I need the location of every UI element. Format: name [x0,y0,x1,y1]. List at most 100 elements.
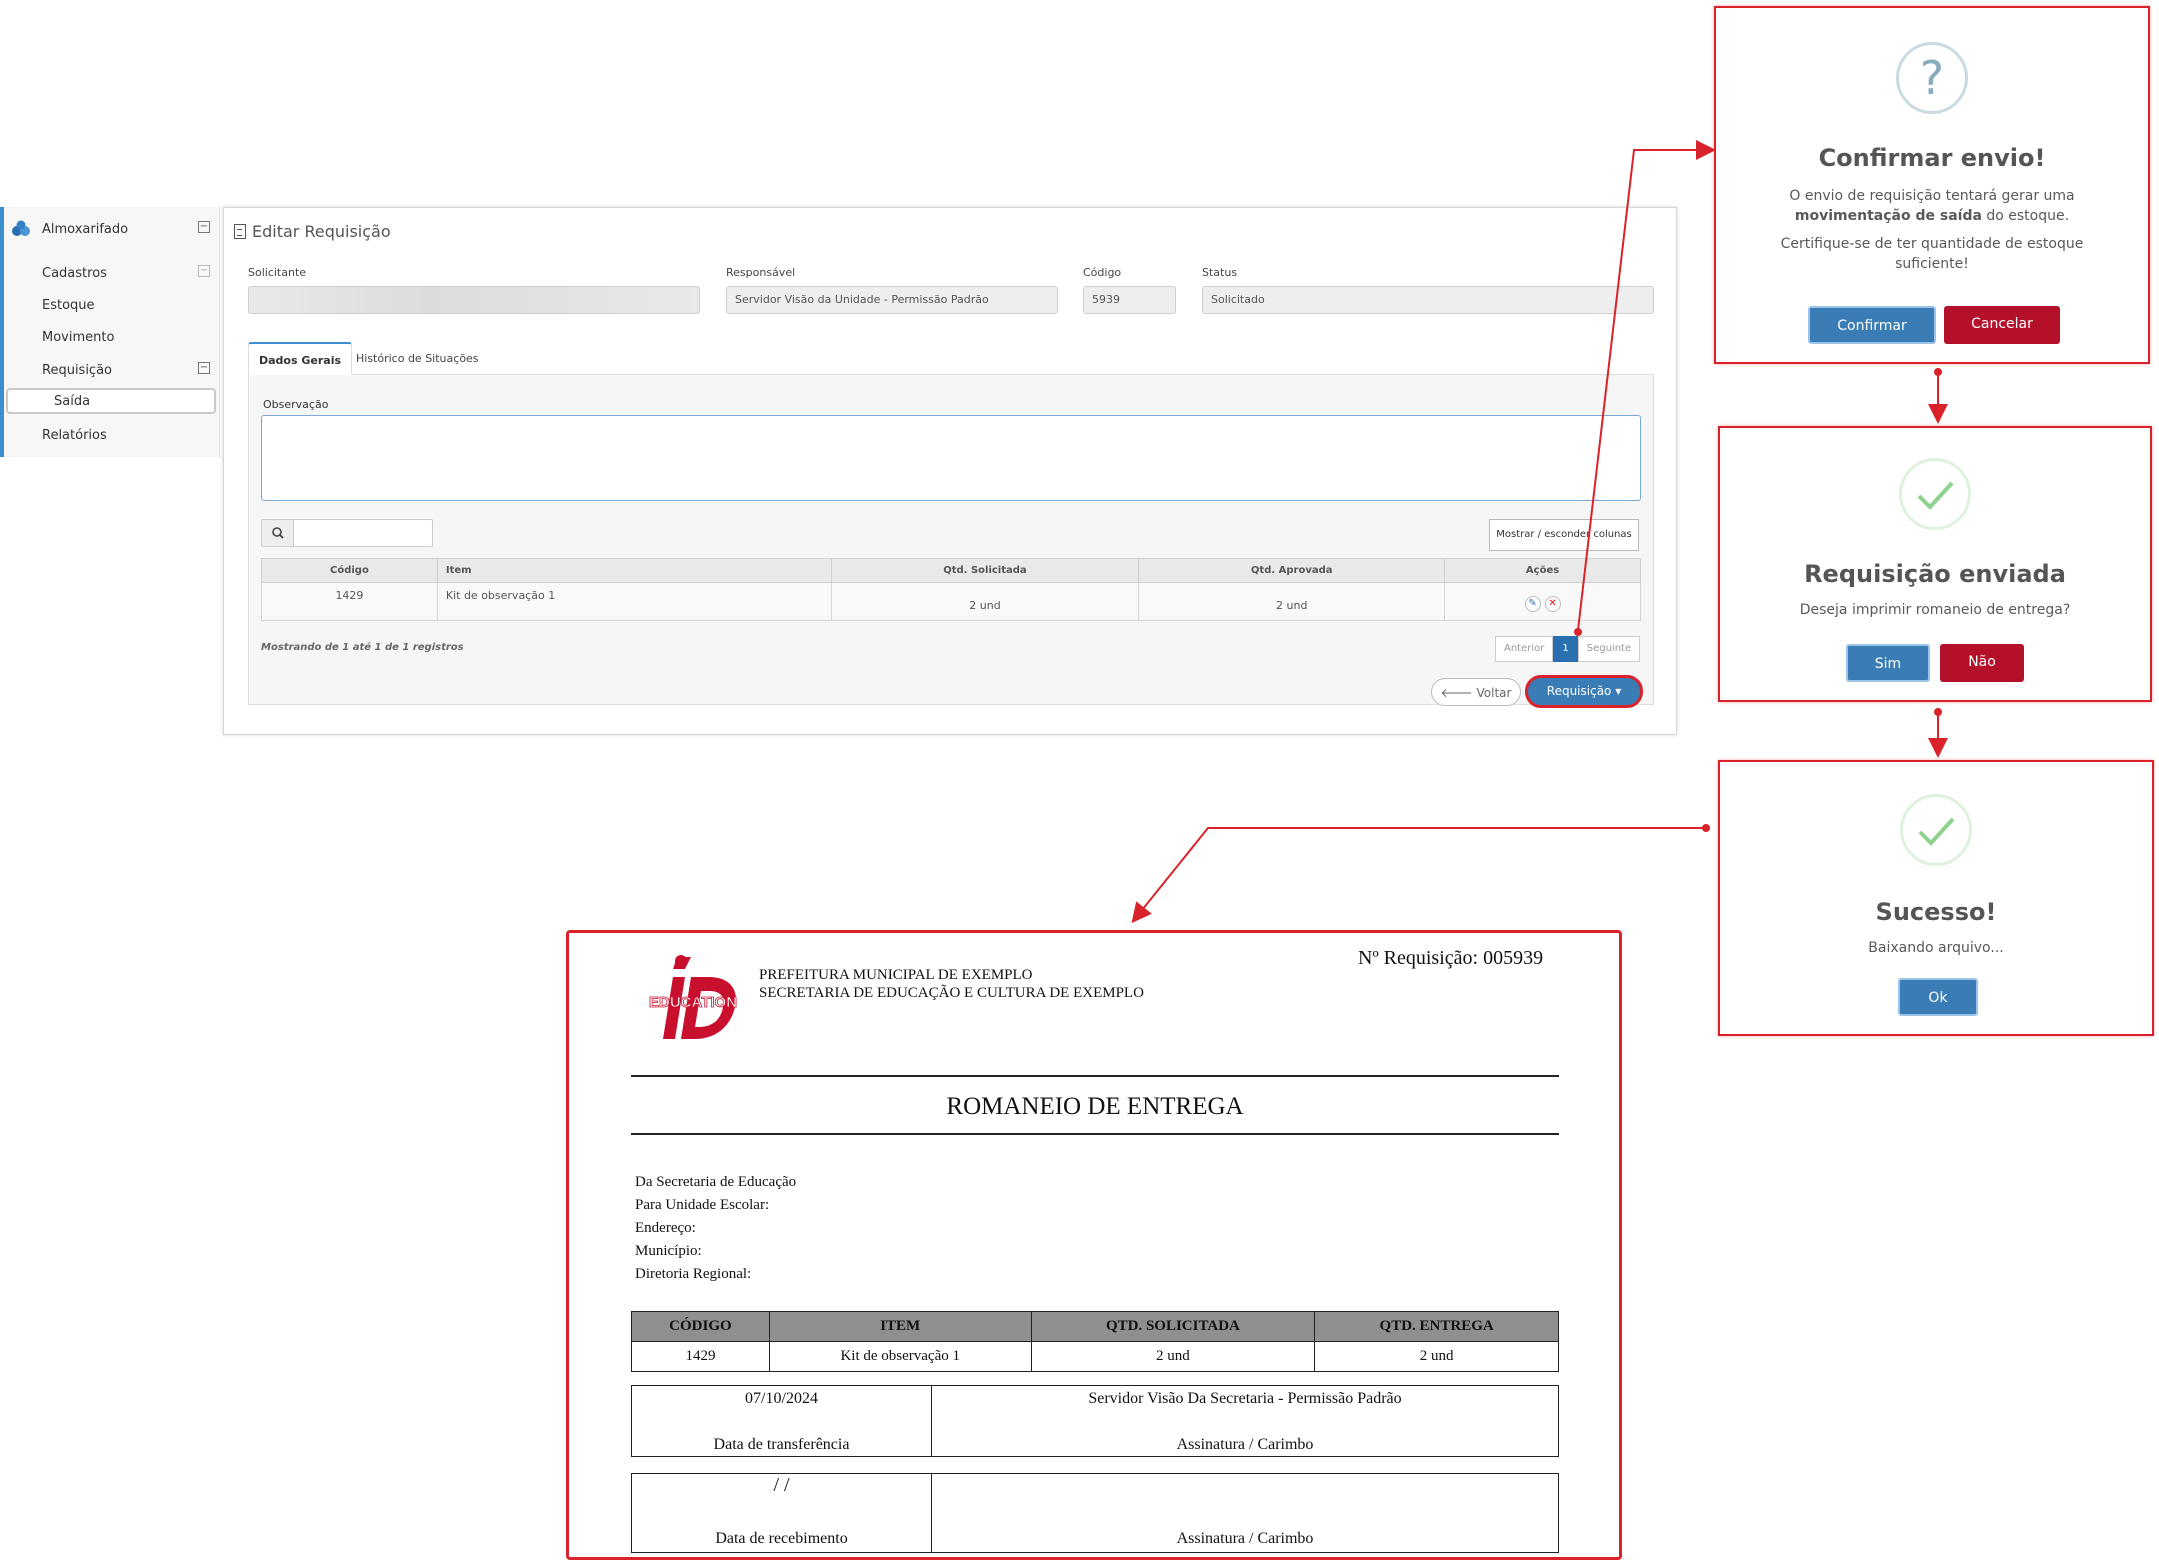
info-line: Endereço: [635,1220,696,1236]
sidebar-item-label: Cadastros [42,266,107,281]
tab-historico[interactable]: Histórico de Situações [346,342,489,375]
logo-text: EDUCATION [649,994,737,1011]
edit-requisition-panel: Editar Requisição Solicitante Responsáve… [223,207,1677,735]
dialog-text-part: O envio de requisição tentará gerar uma [1789,188,2075,204]
sidebar-item-almoxarifado[interactable]: Almoxarifado − [0,215,220,245]
tab-bar: Dados Gerais Histórico de Situações [248,342,1654,375]
org-line-2: SECRETARIA DE EDUCAÇÃO E CULTURA DE EXEM… [759,985,1144,1001]
table-search-input[interactable] [261,519,433,547]
delete-icon[interactable]: ✕ [1544,596,1561,612]
sidebar-item-saida[interactable]: Saída [6,388,216,414]
observacao-label: Observação [263,398,329,411]
items-table: Código Item Qtd. Solicitada Qtd. Aprovad… [261,558,1641,621]
ok-button[interactable]: Ok [1898,978,1978,1016]
dialog-title: Confirmar envio! [1818,144,2046,172]
dialog-text-part: suficiente! [1895,256,1969,272]
cell-qtd-solicitada: 2 und [830,582,1140,621]
col-codigo: CÓDIGO [631,1311,770,1342]
status-field[interactable]: Solicitado [1202,286,1654,314]
report-items-table: CÓDIGO ITEM QTD. SOLICITADA QTD. ENTREGA… [631,1311,1559,1372]
document-icon [234,224,246,239]
col-qtd-entrega: QTD. ENTREGA [1314,1311,1559,1342]
status-label: Status [1202,266,1238,279]
transfer-date-label: Data de transferência [713,1436,850,1453]
info-line: Município: [635,1243,702,1259]
edit-icon[interactable]: ✎ [1524,596,1541,612]
sidebar-item-relatorios[interactable]: Relatórios [0,421,220,451]
col-item[interactable]: Item [436,558,832,583]
question-icon: ? [1896,42,1968,114]
pager-next[interactable]: Seguinte [1577,636,1641,662]
back-button[interactable]: 🡐 Voltar [1431,678,1521,706]
receive-date-label: Data de recebimento [715,1530,848,1547]
col-qtd-solicitada[interactable]: Qtd. Solicitada [830,558,1140,583]
responsavel-field[interactable]: Servidor Visão da Unidade - Permissão Pa… [726,286,1058,314]
cell-acoes: ✎ ✕ [1444,582,1641,621]
codigo-field[interactable]: 5939 [1083,286,1176,314]
sidebar-item-requisicao[interactable]: Requisição − [0,356,220,386]
divider [631,1075,1559,1077]
check-icon [1917,481,1954,510]
collapse-icon[interactable]: − [198,221,210,233]
info-line: Diretoria Regional: [635,1266,752,1282]
tab-content: Observação Mostrar / esconder colunas Có… [248,375,1654,705]
pager-prev[interactable]: Anterior [1495,636,1554,662]
col-codigo[interactable]: Código [261,558,438,583]
responsavel-label: Responsável [726,266,796,279]
info-line: Para Unidade Escolar: [635,1197,770,1213]
requisition-dropdown-button[interactable]: Requisição ▾ [1525,675,1643,708]
collapse-icon[interactable]: − [198,362,210,374]
arrow-dot [1934,708,1942,716]
confirm-send-dialog: ? Confirmar envio! O envio de requisição… [1714,6,2150,364]
sidebar-item-cadastros[interactable]: Cadastros − [0,259,220,289]
cell-qtd-aprovada: 2 und [1138,582,1446,621]
check-icon [1918,817,1955,846]
cell-codigo: 1429 [261,582,438,621]
boxes-icon [12,220,30,236]
dialog-text-part: Certifique-se de ter quantidade de estoq… [1780,236,2084,252]
delivery-report: EDUCATION PREFEITURA MUNICIPAL DE EXEMPL… [566,930,1622,1560]
codigo-label: Código [1083,266,1122,279]
search-button[interactable] [262,520,294,546]
sidebar-item-label: Estoque [42,298,95,313]
info-line: Da Secretaria de Educação [635,1174,797,1190]
arrow-dot [1702,824,1710,832]
expand-icon[interactable]: − [198,265,210,277]
dialog-title: Requisição enviada [1804,560,2066,588]
dialog-text-bold: movimentação de saída [1794,208,1982,224]
cancel-button[interactable]: Cancelar [1944,306,2060,344]
confirm-button[interactable]: Confirmar [1808,306,1936,344]
no-button[interactable]: Não [1940,644,2024,682]
yes-button[interactable]: Sim [1846,644,1930,682]
sidebar-item-movimento[interactable]: Movimento [0,323,220,353]
caret-down-icon: ▾ [1611,684,1622,698]
pager-current[interactable]: 1 [1553,636,1578,662]
table-row: 1429 Kit de observação 1 2 und 2 und [631,1341,1559,1372]
col-qtd-aprovada[interactable]: Qtd. Aprovada [1138,558,1446,583]
success-check-icon [1899,458,1971,530]
question-icon-glyph: ? [1919,51,1945,105]
arrow-left-icon: 🡐 [1440,686,1477,700]
cell-codigo: 1429 [631,1341,770,1372]
table-row: 1429 Kit de observação 1 2 und 2 und ✎ ✕ [261,582,1641,621]
receive-signer-cell: Assinatura / Carimbo [932,1474,1558,1552]
dialog-text-2: Certifique-se de ter quantidade de estoq… [1716,234,2148,274]
education-logo: EDUCATION [649,955,737,1039]
sidebar-item-label: Saída [54,394,91,409]
cell-qtd-solicitada: 2 und [1030,1341,1316,1372]
observacao-textarea[interactable] [261,415,1641,501]
show-hide-columns-button[interactable]: Mostrar / esconder colunas [1489,519,1639,551]
dialog-text: Deseja imprimir romaneio de entrega? [1799,602,2071,618]
cell-item: Kit de observação 1 [436,582,832,621]
search-icon [272,527,284,539]
cell-qtd-entrega: 2 und [1314,1341,1559,1372]
records-info: Mostrando de 1 até 1 de 1 registros [261,642,464,653]
tab-dados-gerais[interactable]: Dados Gerais [248,342,353,375]
dialog-title: Sucesso! [1875,898,1997,926]
solicitante-field[interactable] [248,286,700,314]
arrow-dot [1934,368,1942,376]
report-title: ROMANEIO DE ENTREGA [946,1093,1244,1120]
transfer-signature-box: 07/10/2024 Data de transferência Servido… [631,1385,1559,1457]
col-qtd-solicitada: QTD. SOLICITADA [1030,1311,1316,1342]
sidebar-item-estoque[interactable]: Estoque [0,291,220,321]
